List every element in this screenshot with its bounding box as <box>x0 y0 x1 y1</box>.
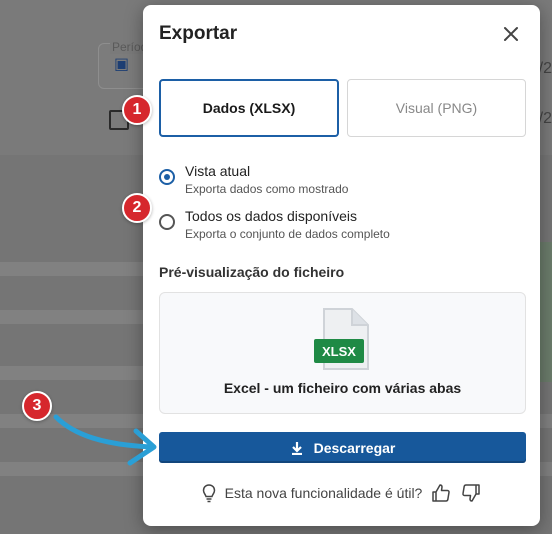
close-icon[interactable] <box>499 22 523 46</box>
step-marker-1: 1 <box>122 95 152 125</box>
feedback-question: Esta nova funcionalidade é útil? <box>224 485 423 501</box>
step-marker-2: 2 <box>122 193 152 223</box>
radio-unselected[interactable] <box>159 214 175 230</box>
file-preview: XLSX Excel - um ficheiro com várias abas <box>159 292 526 414</box>
xlsx-file-icon: XLSX <box>314 308 369 370</box>
thumbs-up-icon[interactable] <box>430 482 452 504</box>
export-dialog: Exportar Dados (XLSX) Visual (PNG) Vista… <box>143 5 540 526</box>
preview-title: Pré-visualização do ficheiro <box>159 264 345 280</box>
download-icon <box>291 441 302 455</box>
lightbulb-icon <box>202 484 215 503</box>
preview-caption: Excel - um ficheiro com várias abas <box>223 380 462 396</box>
calendar-icon: ▣ <box>114 56 130 73</box>
tab-data-xlsx[interactable]: Dados (XLSX) <box>159 79 339 137</box>
xlsx-label: XLSX <box>322 344 356 359</box>
pointer-arrow-icon <box>53 414 157 466</box>
option-label: Vista atual <box>185 163 251 179</box>
feedback-bar: Esta nova funcionalidade é útil? <box>143 482 540 504</box>
radio-selected[interactable] <box>159 169 175 185</box>
option-description: Exporta dados como mostrado <box>185 182 349 196</box>
background-right-text: /2 <box>538 110 552 127</box>
tab-visual-png[interactable]: Visual (PNG) <box>347 79 526 137</box>
option-current-view[interactable]: Vista atual Exporta dados como mostrado <box>159 163 459 199</box>
option-all-data[interactable]: Todos os dados disponíveis Exporta o con… <box>159 208 459 244</box>
dialog-title: Exportar <box>159 23 238 44</box>
option-label: Todos os dados disponíveis <box>185 208 357 224</box>
option-description: Exporta o conjunto de dados completo <box>185 227 390 241</box>
download-label: Descarregar <box>313 439 396 456</box>
background-right-text: /2 <box>538 60 552 77</box>
download-button[interactable]: Descarregar <box>159 432 526 463</box>
thumbs-down-icon[interactable] <box>460 482 482 504</box>
